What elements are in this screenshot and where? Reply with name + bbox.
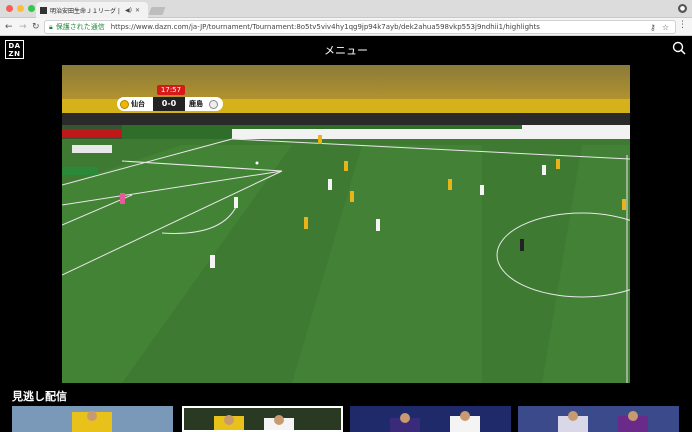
away-team-crest-icon [209, 99, 218, 109]
forward-arrow-icon[interactable]: → [19, 21, 27, 33]
window-controls [6, 5, 35, 12]
profile-icon[interactable]: ● [678, 4, 687, 13]
thumbnail-image [184, 408, 341, 430]
address-bar[interactable]: 🔒︎ 保護された通信 https://www.dazn.com/ja-JP/to… [44, 20, 676, 34]
thumbnail-image [350, 406, 511, 432]
minimize-window-button[interactable] [17, 5, 24, 12]
speaker-icon[interactable]: ◀) [125, 7, 132, 14]
score-bar: 仙台 0-0 鹿島 [117, 97, 223, 111]
browser-tab[interactable]: 明治安田生命Ｊ１リーグ | 鹿島 ◀) ✕ [36, 2, 148, 18]
zoom-window-button[interactable] [28, 5, 35, 12]
video-thumbnail[interactable] [350, 406, 511, 432]
menu-button[interactable]: メニュー [0, 42, 692, 58]
url-text: https://www.dazn.com/ja-JP/tournament/To… [110, 23, 540, 31]
home-team-crest-icon [120, 99, 129, 109]
site-header: DA ZN メニュー [0, 36, 692, 64]
key-icon[interactable]: ⚷ [650, 21, 656, 33]
reload-icon[interactable]: ↻ [32, 21, 40, 33]
match-video-frame [62, 65, 630, 383]
video-player[interactable] [62, 65, 630, 383]
match-clock: 17:57 [157, 85, 185, 95]
home-team: 仙台 [117, 97, 153, 111]
home-team-name: 仙台 [131, 100, 145, 108]
close-tab-icon[interactable]: ✕ [135, 7, 140, 14]
section-title: 見逃し配信 [12, 390, 67, 403]
highlights-carousel [12, 406, 692, 432]
thumbnail-image [518, 406, 679, 432]
bookmark-star-icon[interactable]: ☆ [662, 21, 669, 33]
away-team-name: 鹿島 [189, 100, 203, 108]
favicon-icon [40, 6, 47, 14]
video-thumbnail-selected[interactable] [182, 406, 343, 432]
lock-icon: 🔒︎ [49, 22, 53, 31]
search-icon[interactable] [672, 41, 686, 55]
video-thumbnail[interactable] [518, 406, 679, 432]
new-tab-button[interactable] [148, 7, 166, 15]
video-thumbnail[interactable] [12, 406, 173, 432]
browser-titlebar: 明治安田生命Ｊ１リーグ | 鹿島 ◀) ✕ ● [0, 0, 692, 18]
thumbnail-image [12, 406, 173, 432]
away-team: 鹿島 [185, 97, 223, 111]
browser-toolbar: ← → ↻ 🔒︎ 保護された通信 https://www.dazn.com/ja… [0, 18, 692, 36]
browser-menu-icon[interactable]: ⋮ [678, 20, 687, 30]
tab-title: 明治安田生命Ｊ１リーグ | 鹿島 [50, 7, 122, 15]
close-window-button[interactable] [6, 5, 13, 12]
back-arrow-icon[interactable]: ← [5, 21, 13, 33]
secure-label: 保護された通信 [55, 23, 105, 31]
match-score: 0-0 [153, 97, 185, 111]
